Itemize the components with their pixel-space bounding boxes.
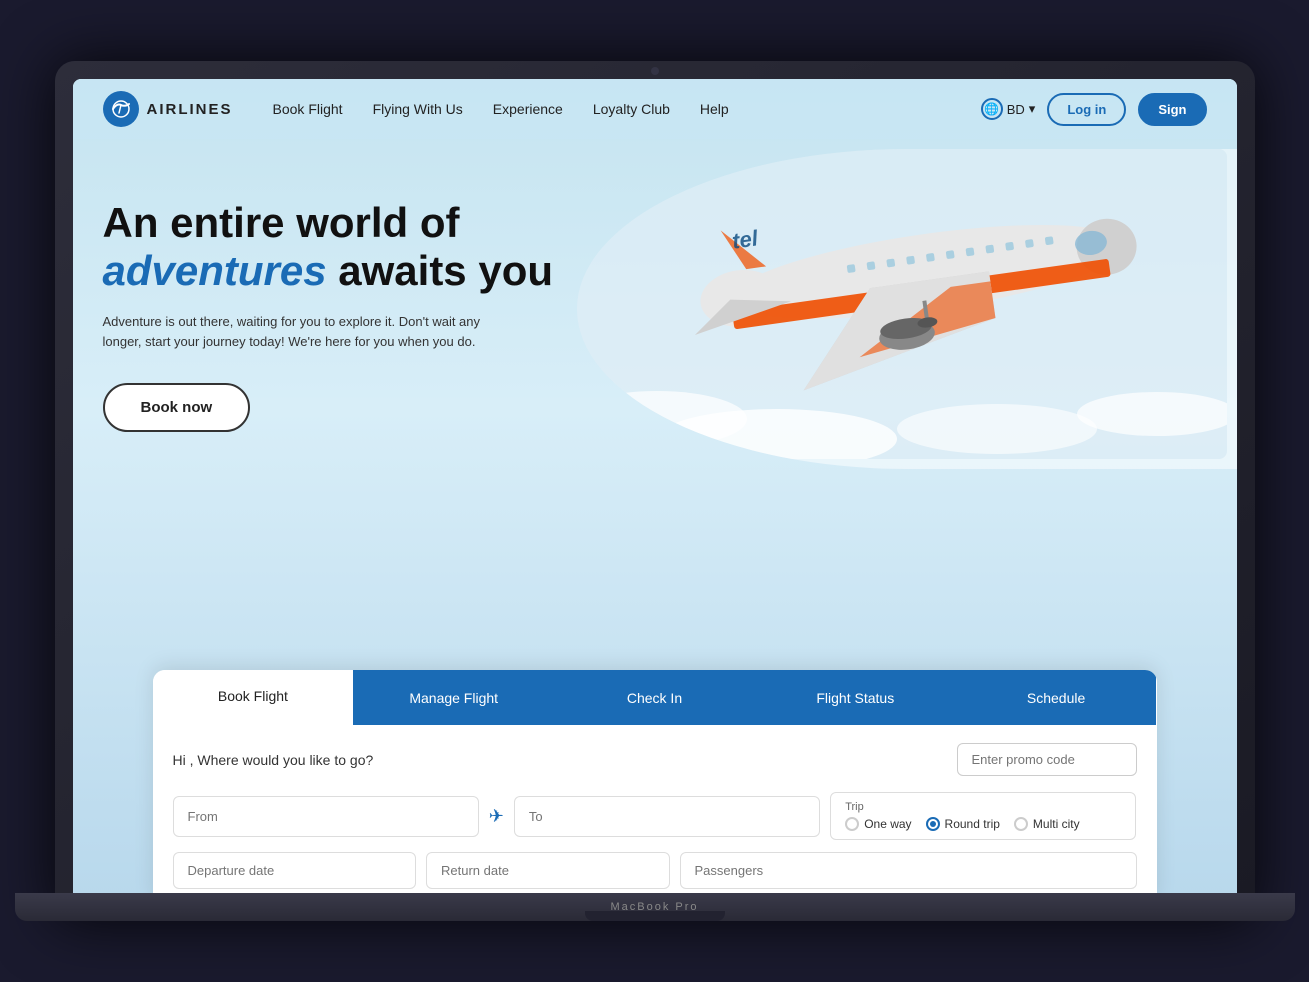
booking-body: Hi , Where would you like to go? ✈ Trip (153, 725, 1157, 903)
promo-code-input[interactable] (957, 743, 1137, 776)
logo-icon (103, 91, 139, 127)
trip-label: Trip (845, 801, 1121, 813)
nav-flying-with-us[interactable]: Flying With Us (373, 101, 463, 117)
nav-right: 🌐 BD ▾ Log in Sign (981, 93, 1207, 126)
language-code: BD (1007, 102, 1025, 117)
radio-round-trip[interactable] (926, 817, 940, 831)
to-input[interactable] (514, 796, 820, 837)
booking-row-origin-dest: ✈ Trip One way (173, 792, 1137, 840)
logo-text: AIRLINES (147, 101, 233, 118)
hero-title-line1: An entire world of (103, 199, 677, 247)
booking-row-dates (173, 852, 1137, 889)
nav-loyalty-club[interactable]: Loyalty Club (593, 101, 670, 117)
globe-icon: 🌐 (981, 98, 1003, 120)
trip-options: One way Round trip Multi c (845, 817, 1121, 831)
svg-text:tel: tel (730, 225, 760, 253)
trip-option-multi-city[interactable]: Multi city (1014, 817, 1080, 831)
logo-area[interactable]: AIRLINES (103, 91, 233, 127)
trip-option-round-trip[interactable]: Round trip (926, 817, 1000, 831)
booking-panel: Book Flight Manage Flight Check In Fligh… (153, 670, 1157, 903)
radio-multi-city[interactable] (1014, 817, 1028, 831)
tab-schedule[interactable]: Schedule (956, 670, 1157, 725)
hero-text: An entire world of adventures awaits you… (103, 179, 677, 670)
radio-one-way[interactable] (845, 817, 859, 831)
nav-help[interactable]: Help (700, 101, 729, 117)
return-date-input[interactable] (426, 852, 670, 889)
nav-links: Book Flight Flying With Us Experience Lo… (273, 101, 981, 117)
laptop-camera (651, 67, 659, 75)
nav-experience[interactable]: Experience (493, 101, 563, 117)
booking-tabs: Book Flight Manage Flight Check In Fligh… (153, 670, 1157, 725)
trip-multi-city-label: Multi city (1033, 817, 1080, 831)
navbar: AIRLINES Book Flight Flying With Us Expe… (73, 79, 1237, 139)
from-input[interactable] (173, 796, 479, 837)
login-button[interactable]: Log in (1047, 93, 1126, 126)
book-now-button[interactable]: Book now (103, 383, 251, 432)
hero-section: An entire world of adventures awaits you… (73, 139, 1237, 670)
tab-book-flight[interactable]: Book Flight (153, 670, 354, 725)
language-selector[interactable]: 🌐 BD ▾ (981, 98, 1036, 120)
hero-accent-word: adventures (103, 247, 327, 294)
trip-round-trip-label: Round trip (945, 817, 1000, 831)
chevron-down-icon: ▾ (1029, 101, 1036, 117)
trip-type-selector: Trip One way Round trip (830, 792, 1136, 840)
booking-greeting: Hi , Where would you like to go? (173, 752, 374, 768)
tab-check-in[interactable]: Check In (554, 670, 755, 725)
trip-option-one-way[interactable]: One way (845, 817, 911, 831)
tab-manage-flight[interactable]: Manage Flight (353, 670, 554, 725)
nav-book-flight[interactable]: Book Flight (273, 101, 343, 117)
macbook-label: MacBook Pro (610, 901, 698, 913)
departure-date-input[interactable] (173, 852, 417, 889)
tab-flight-status[interactable]: Flight Status (755, 670, 956, 725)
booking-row-greeting: Hi , Where would you like to go? (173, 743, 1137, 776)
laptop-base: MacBook Pro (15, 893, 1295, 921)
swap-icon[interactable]: ✈ (489, 806, 504, 827)
trip-one-way-label: One way (864, 817, 911, 831)
passengers-input[interactable] (680, 852, 1137, 889)
hero-subtitle: Adventure is out there, waiting for you … (103, 312, 523, 354)
hero-title-line2: adventures awaits you (103, 247, 677, 295)
signup-button[interactable]: Sign (1138, 93, 1206, 126)
hero-title-rest: awaits you (338, 247, 553, 294)
